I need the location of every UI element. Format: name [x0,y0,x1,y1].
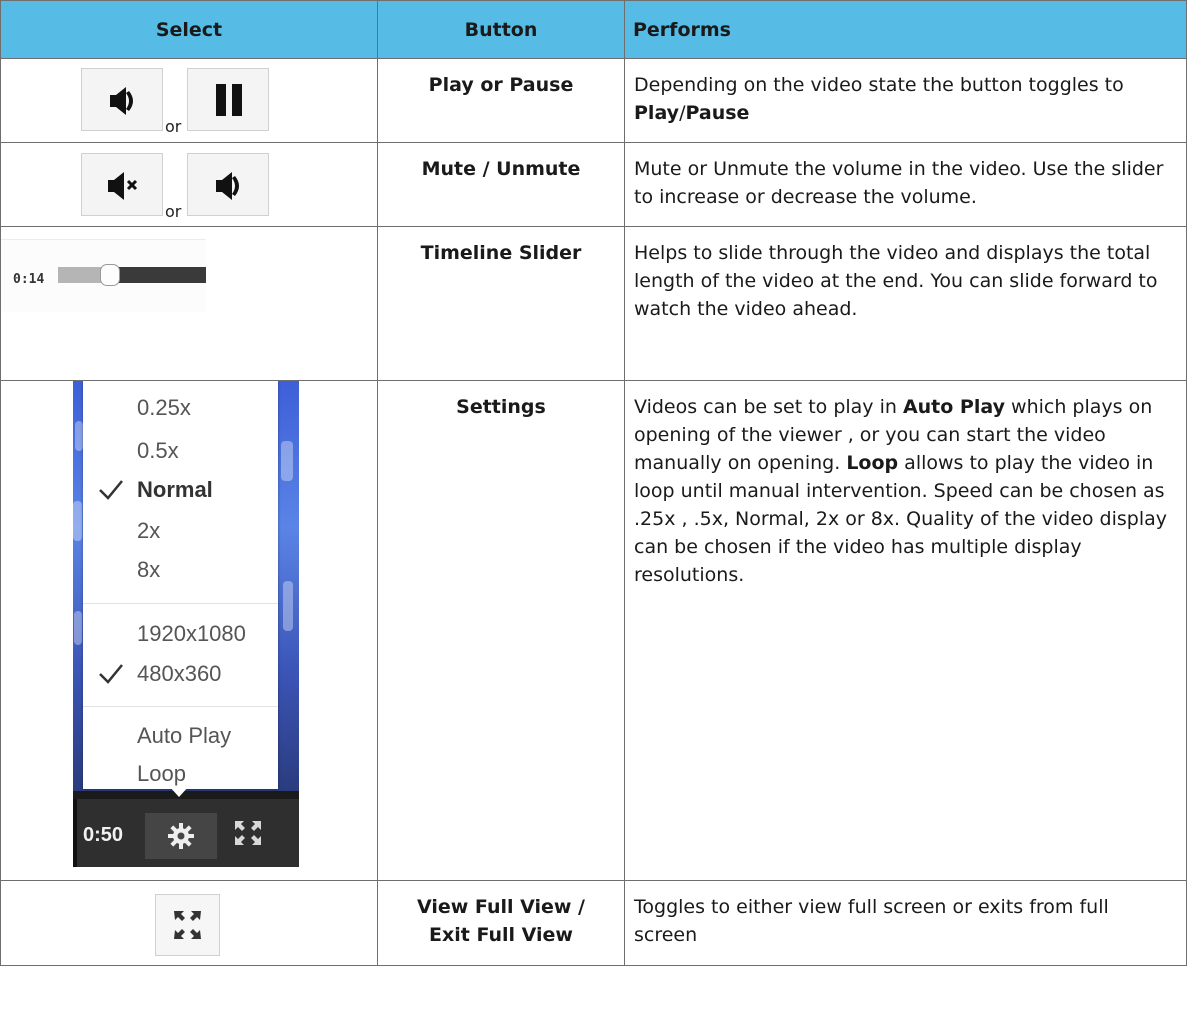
menu-item-speed-normal[interactable]: Normal [137,477,213,503]
performs-settings: Videos can be set to play in Auto Play w… [624,380,1187,881]
current-time: 0:14 [13,272,45,287]
play-button-image [81,68,163,131]
performs-mute-unmute: Mute or Unmute the volume in the video. … [624,142,1187,227]
button-play-or-pause: Play or Pause [377,58,625,143]
checkmark-icon [99,480,123,500]
performs-full-view: Toggles to either view full screen or ex… [624,880,1187,966]
settings-button[interactable] [145,813,217,859]
menu-item-loop[interactable]: Loop [137,761,186,787]
menu-item-auto-play[interactable]: Auto Play [137,723,231,749]
row-settings: 0.25x 0.5x Normal 2x 8x 1920x1080 480x36… [0,380,1187,881]
timeline-slider-image: 0:14 [1,239,206,312]
row-mute-unmute: or Mute / Unmute Mute or Unmute the volu… [0,142,1187,227]
mute-button-image [81,153,163,216]
row-play-pause: or Play or Pause Depending on the video … [0,58,1187,143]
select-cell-settings: 0.25x 0.5x Normal 2x 8x 1920x1080 480x36… [0,380,378,881]
row-timeline: 0:14 Timeline Slider Helps to slide thro… [0,226,1187,381]
menu-item-speed-8x[interactable]: 8x [137,557,160,583]
mute-icon [108,172,138,200]
button-settings: Settings [377,380,625,881]
timeline-handle [99,264,120,286]
checkmark-icon [99,664,123,684]
select-cell-timeline: 0:14 [0,226,378,381]
controls-table: Select Button Performs or Play or Pause … [0,0,1187,966]
or-text: or [165,117,182,136]
fullscreen-icon [174,911,201,939]
volume-icon [216,172,239,200]
menu-item-speed-05[interactable]: 0.5x [137,438,179,464]
pause-icon [216,84,242,116]
unmute-button-image [187,153,269,216]
fullscreen-button-image [155,894,220,956]
header-button: Button [377,0,625,59]
menu-item-speed-2x[interactable]: 2x [137,518,160,544]
header-select: Select [0,0,378,59]
menu-item-quality-1920x1080[interactable]: 1920x1080 [137,621,246,647]
performs-timeline: Helps to slide through the video and dis… [624,226,1187,381]
performs-play-pause: Depending on the video state the button … [624,58,1187,143]
settings-dropdown-menu: 0.25x 0.5x Normal 2x 8x 1920x1080 480x36… [83,381,278,797]
gear-icon [168,823,194,849]
video-control-bar: 0:50 [73,799,299,867]
menu-divider [83,706,278,707]
header-row: Select Button Performs [0,0,1187,59]
menu-item-speed-025[interactable]: 0.25x [137,395,191,421]
fullscreen-icon[interactable] [233,819,263,847]
pause-button-image [187,68,269,131]
settings-menu-image: 0.25x 0.5x Normal 2x 8x 1920x1080 480x36… [73,381,299,867]
header-performs: Performs [624,0,1187,59]
select-cell-play-pause: or [0,58,378,143]
button-full-view: View Full View / Exit Full View [377,880,625,966]
menu-pointer [169,786,189,797]
button-mute-unmute: Mute / Unmute [377,142,625,227]
or-text: or [165,202,182,221]
timeline-track [58,264,206,286]
elapsed-time: 0:50 [83,824,124,846]
row-full-view: View Full View / Exit Full View Toggles t… [0,880,1187,966]
menu-divider [83,603,278,604]
menu-item-quality-480x360[interactable]: 480x360 [137,661,221,687]
select-cell-mute-unmute: or [0,142,378,227]
button-timeline-slider: Timeline Slider [377,226,625,381]
volume-play-icon [110,87,133,115]
select-cell-full-view [0,880,378,966]
